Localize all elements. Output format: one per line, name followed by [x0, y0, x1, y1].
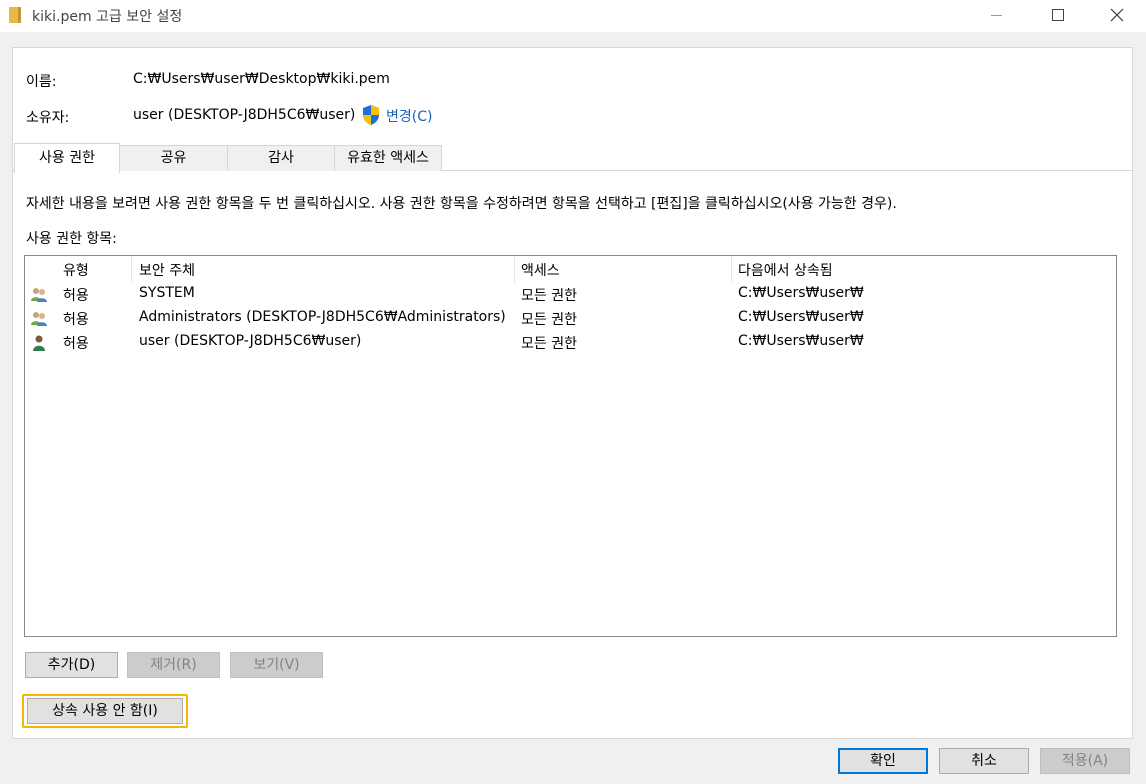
minimize-icon: [991, 15, 1002, 16]
entries-label: 사용 권한 항목:: [26, 231, 117, 247]
group-icon: [31, 288, 47, 302]
owner-label: 소유자:: [26, 110, 70, 126]
column-header-access[interactable]: 액세스: [521, 260, 560, 280]
window-title: kiki.pem 고급 보안 설정: [32, 9, 183, 25]
apply-button[interactable]: 적용(A): [1040, 748, 1130, 774]
maximize-button[interactable]: [1027, 0, 1087, 32]
ok-button[interactable]: 확인: [838, 748, 928, 774]
view-button[interactable]: 보기(V): [230, 652, 323, 678]
minimize-button[interactable]: [967, 0, 1027, 32]
uac-shield-icon: [363, 105, 379, 125]
entry-type: 허용: [63, 288, 89, 304]
column-header-type[interactable]: 유형: [63, 260, 89, 280]
tab-sharing[interactable]: 공유: [119, 145, 228, 171]
entry-type: 허용: [63, 312, 89, 328]
permission-entries-list[interactable]: 유형 보안 주체 액세스 다음에서 상속됨 허용 SYSTEM 모든 권한 C:…: [24, 255, 1117, 637]
table-row[interactable]: 허용 SYSTEM 모든 권한 C:₩Users₩user₩: [25, 283, 1116, 307]
title-bar: kiki.pem 고급 보안 설정: [0, 0, 1146, 32]
name-value: C:₩Users₩user₩Desktop₩kiki.pem: [133, 71, 390, 87]
column-divider[interactable]: [131, 257, 132, 283]
description-text: 자세한 내용을 보려면 사용 권한 항목을 두 번 클릭하십시오. 사용 권한 …: [26, 196, 897, 212]
column-header-inherited-from[interactable]: 다음에서 상속됨: [738, 260, 833, 280]
table-row[interactable]: 허용 user (DESKTOP-J8DH5C6₩user) 모든 권한 C:₩…: [25, 331, 1116, 355]
entry-inherited-from: C:₩Users₩user₩: [738, 309, 864, 325]
disable-inheritance-button[interactable]: 상속 사용 안 함(I): [27, 698, 183, 724]
tab-auditing[interactable]: 감사: [227, 145, 335, 171]
close-icon: [1110, 8, 1124, 22]
entry-principal: Administrators (DESKTOP-J8DH5C6₩Administ…: [139, 309, 506, 325]
file-icon: [9, 7, 21, 23]
add-button[interactable]: 추가(D): [25, 652, 118, 678]
user-icon: [33, 335, 45, 351]
entry-access: 모든 권한: [521, 336, 577, 352]
tab-effective-access[interactable]: 유효한 액세스: [334, 145, 442, 171]
entry-type: 허용: [63, 336, 89, 352]
remove-button[interactable]: 제거(R): [127, 652, 220, 678]
entry-access: 모든 권한: [521, 312, 577, 328]
entry-inherited-from: C:₩Users₩user₩: [738, 285, 864, 301]
maximize-icon: [1052, 9, 1064, 21]
column-divider[interactable]: [731, 257, 732, 283]
table-row[interactable]: 허용 Administrators (DESKTOP-J8DH5C6₩Admin…: [25, 307, 1116, 331]
column-divider[interactable]: [514, 257, 515, 283]
name-label: 이름:: [26, 74, 57, 90]
group-icon: [31, 312, 47, 326]
tab-permissions[interactable]: 사용 권한: [14, 143, 120, 173]
entry-access: 모든 권한: [521, 288, 577, 304]
entry-principal: user (DESKTOP-J8DH5C6₩user): [139, 333, 362, 349]
entry-principal: SYSTEM: [139, 285, 195, 301]
close-button[interactable]: [1087, 0, 1146, 32]
column-header-principal[interactable]: 보안 주체: [139, 260, 195, 280]
cancel-button[interactable]: 취소: [939, 748, 1029, 774]
entry-inherited-from: C:₩Users₩user₩: [738, 333, 864, 349]
change-owner-link[interactable]: 변경(C): [386, 106, 432, 126]
owner-value: user (DESKTOP-J8DH5C6₩user): [133, 107, 356, 123]
